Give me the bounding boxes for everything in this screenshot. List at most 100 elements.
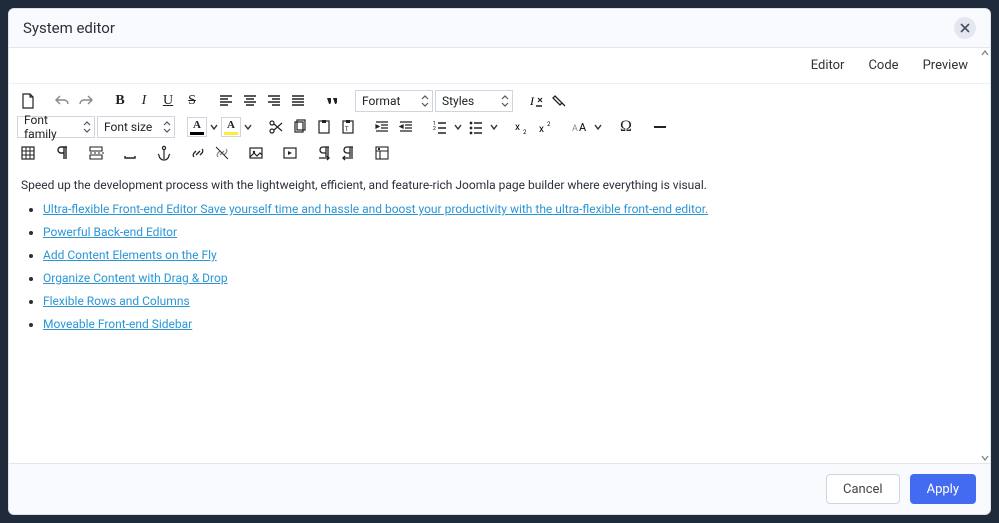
content-link-list: Ultra-flexible Front-end Editor Save you…: [25, 200, 978, 333]
ltr-icon: [316, 145, 332, 161]
content-link[interactable]: Add Content Elements on the Fly: [43, 248, 217, 262]
page-break-button[interactable]: [85, 142, 107, 164]
tab-code[interactable]: Code: [868, 58, 898, 73]
media-button[interactable]: [279, 142, 301, 164]
page-break-icon: [88, 145, 104, 161]
unlink-button[interactable]: [211, 142, 233, 164]
link-icon: [190, 145, 206, 161]
blockquote-button[interactable]: [321, 90, 343, 112]
anchor-button[interactable]: [153, 142, 175, 164]
text-case-button[interactable]: AA: [569, 116, 591, 138]
clear-formatting-button[interactable]: I: [525, 90, 547, 112]
align-left-button[interactable]: [215, 90, 237, 112]
content-link[interactable]: Organize Content with Drag & Drop: [43, 271, 228, 285]
list-item: Moveable Front-end Sidebar: [43, 315, 978, 333]
caret-down-icon: [454, 123, 462, 131]
numbered-list-dropdown[interactable]: [453, 116, 463, 138]
paragraph-button[interactable]: [51, 142, 73, 164]
content-link[interactable]: Moveable Front-end Sidebar: [43, 317, 192, 331]
close-button[interactable]: [954, 17, 976, 39]
text-color-dropdown[interactable]: [209, 116, 219, 138]
format-select[interactable]: Format: [355, 90, 433, 112]
media-icon: [282, 145, 298, 161]
content-link[interactable]: Powerful Back-end Editor: [43, 225, 177, 239]
modal-title: System editor: [23, 19, 115, 37]
toolbar-row-2: Font family Font size A A: [17, 114, 982, 140]
bg-color-button[interactable]: A: [221, 117, 241, 137]
align-center-icon: [242, 93, 258, 109]
content-link[interactable]: Ultra-flexible Front-end Editor Save you…: [43, 202, 708, 216]
table-button[interactable]: [17, 142, 39, 164]
text-case-dropdown[interactable]: [593, 116, 603, 138]
bullet-list-dropdown[interactable]: [489, 116, 499, 138]
hr-icon: [652, 119, 668, 135]
tab-preview[interactable]: Preview: [923, 58, 968, 73]
align-center-button[interactable]: [239, 90, 261, 112]
updown-icon: [163, 120, 171, 137]
font-size-label: Font size: [104, 120, 152, 134]
indent-button[interactable]: [371, 116, 393, 138]
align-justify-button[interactable]: [287, 90, 309, 112]
paste-button[interactable]: [313, 116, 335, 138]
bidi-rtl-button[interactable]: [337, 142, 359, 164]
copy-button[interactable]: [289, 116, 311, 138]
nonbreaking-space-button[interactable]: [119, 142, 141, 164]
subscript-button[interactable]: x2: [511, 116, 533, 138]
svg-text:A: A: [579, 121, 587, 134]
bg-color-dropdown[interactable]: [243, 116, 253, 138]
italic-button[interactable]: I: [133, 90, 155, 112]
svg-text:2: 2: [433, 126, 436, 132]
editor-content[interactable]: Speed up the development process with th…: [9, 170, 990, 463]
caret-down-icon: [244, 123, 252, 131]
apply-button[interactable]: Apply: [910, 474, 976, 504]
view-tabs: Editor Code Preview: [9, 48, 990, 84]
scroll-up-icon: [980, 48, 990, 58]
align-left-icon: [218, 93, 234, 109]
cut-button[interactable]: [265, 116, 287, 138]
undo-button[interactable]: [51, 90, 73, 112]
image-button[interactable]: [245, 142, 267, 164]
scrollbar[interactable]: [980, 48, 990, 463]
format-painter-button[interactable]: [549, 90, 571, 112]
underline-button[interactable]: U: [157, 90, 179, 112]
strikethrough-button[interactable]: S: [181, 90, 203, 112]
styles-select[interactable]: Styles: [435, 90, 513, 112]
paste-icon: [316, 119, 332, 135]
font-family-select[interactable]: Font family: [17, 116, 95, 138]
link-button[interactable]: [187, 142, 209, 164]
content-link[interactable]: Flexible Rows and Columns: [43, 294, 190, 308]
text-color-button[interactable]: A: [187, 117, 207, 137]
svg-text:x: x: [515, 122, 520, 133]
svg-text:x: x: [539, 124, 544, 135]
insert-template-button[interactable]: [371, 142, 393, 164]
redo-button[interactable]: [75, 90, 97, 112]
tab-editor[interactable]: Editor: [811, 58, 845, 73]
bullet-list-icon: [468, 119, 484, 135]
text-color-bar: [190, 132, 204, 135]
clear-formatting-icon: I: [528, 93, 544, 109]
system-editor-modal: System editor Editor Code Preview B I: [8, 8, 991, 515]
numbered-list-button[interactable]: 12: [429, 116, 451, 138]
updown-icon: [83, 120, 91, 137]
pilcrow-icon: [54, 145, 70, 161]
paste-text-button[interactable]: T: [337, 116, 359, 138]
nbsp-icon: [122, 145, 138, 161]
superscript-button[interactable]: x2: [535, 116, 557, 138]
align-right-button[interactable]: [263, 90, 285, 112]
bullet-list-button[interactable]: [465, 116, 487, 138]
bold-button[interactable]: B: [109, 90, 131, 112]
new-document-button[interactable]: [17, 90, 39, 112]
outdent-button[interactable]: [395, 116, 417, 138]
table-icon: [20, 145, 36, 161]
bidi-ltr-button[interactable]: [313, 142, 335, 164]
toolbar-row-1: B I U S Format Styles: [17, 88, 982, 114]
svg-text:A: A: [572, 124, 578, 134]
text-color-letter: A: [193, 120, 201, 131]
cancel-button[interactable]: Cancel: [826, 474, 900, 504]
font-size-select[interactable]: Font size: [97, 116, 175, 138]
text-case-icon: AA: [572, 119, 588, 135]
horizontal-rule-button[interactable]: [649, 116, 671, 138]
font-family-label: Font family: [24, 113, 80, 141]
new-document-icon: [20, 93, 36, 109]
special-character-button[interactable]: Ω: [615, 116, 637, 138]
